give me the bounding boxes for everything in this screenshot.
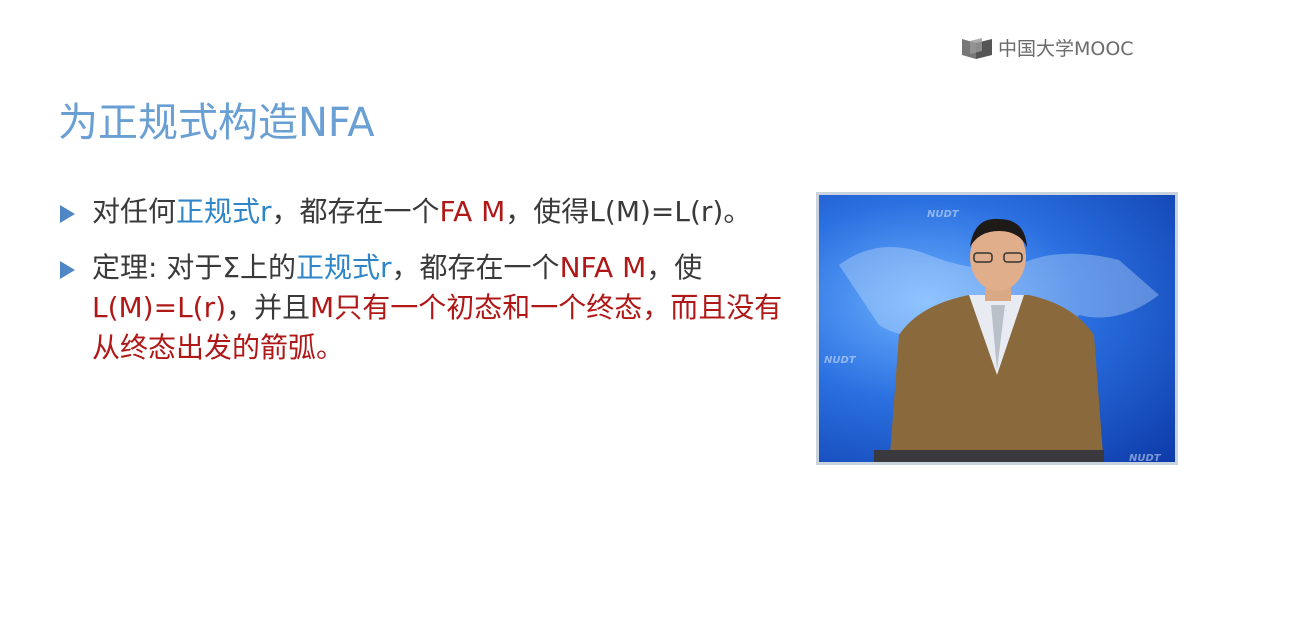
highlight-text: FA M [439,195,506,228]
bullet-triangle-icon [60,261,75,279]
text: 定理: 对于Σ上的 [92,251,297,284]
slide-title: 为正规式构造NFA [58,100,375,146]
text: ，都存在一个 [271,195,440,228]
highlight-text: 正规式r [176,195,272,228]
logo-text: 中国大学MOOC [998,38,1134,60]
lecturer-video[interactable]: NUDT NUDT NUDT [816,192,1178,465]
text: 对任何 [92,195,177,228]
highlight-text: NFA M [559,251,647,284]
highlight-text: L(M)=L(r) [92,291,227,324]
text: ，都存在一个 [391,251,560,284]
presenter-figure [874,218,1104,462]
bullet-item: 对任何正规式r，都存在一个FA M，使得L(M)=L(r)。 [60,192,810,232]
mooc-logo: 中国大学MOOC [960,34,1134,61]
bullet-triangle-icon [60,205,75,223]
bullet-item: 定理: 对于Σ上的正规式r，都存在一个NFA M，使L(M)=L(r)，并且M只… [60,248,810,368]
text: ，并且 [226,291,311,324]
text: ，使 [646,251,703,284]
text: ，使得L(M)=L(r)。 [505,195,752,228]
book-logo-icon [962,37,992,59]
bullet-list: 对任何正规式r，都存在一个FA M，使得L(M)=L(r)。 定理: 对于Σ上的… [60,192,810,384]
highlight-text: 正规式r [296,251,392,284]
